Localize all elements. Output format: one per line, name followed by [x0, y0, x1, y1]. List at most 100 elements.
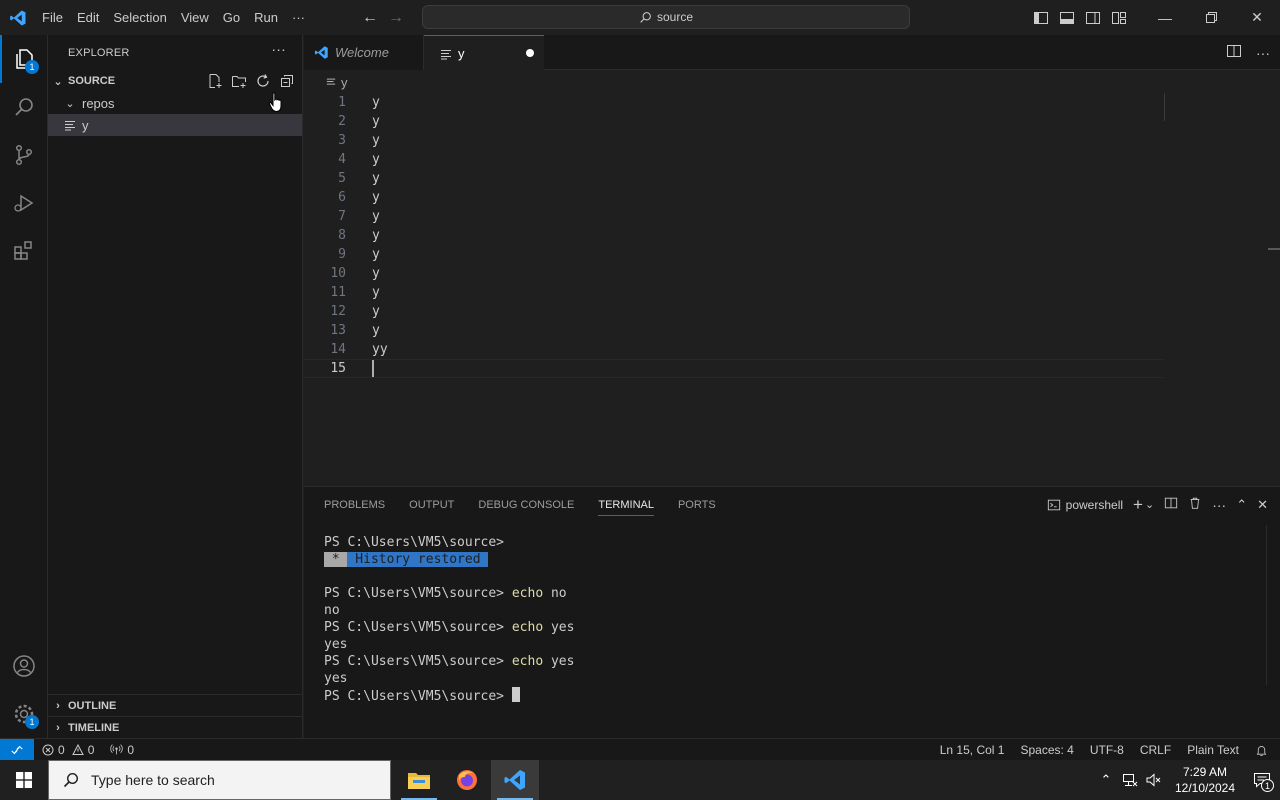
explorer-activity[interactable]: 1: [0, 35, 48, 83]
panel-tab-debug-console[interactable]: DEBUG CONSOLE: [478, 499, 574, 511]
forward-arrow-icon[interactable]: →: [388, 9, 404, 27]
bell-icon[interactable]: [1247, 744, 1280, 757]
editor-line[interactable]: 1y: [304, 93, 1164, 112]
taskbar-clock[interactable]: 7:29 AM 12/10/2024: [1166, 764, 1244, 796]
menu-item[interactable]: Run: [247, 0, 285, 35]
restore-icon[interactable]: [1188, 0, 1234, 35]
outline-section-header[interactable]: › OUTLINE: [48, 694, 302, 716]
editor-line[interactable]: 15: [304, 359, 1164, 378]
editor-line[interactable]: 14 yy: [304, 340, 1164, 359]
source-control-activity[interactable]: [0, 131, 48, 179]
menu-item[interactable]: Selection: [106, 0, 173, 35]
run-debug-activity[interactable]: [0, 179, 48, 227]
end-of-line[interactable]: CRLF: [1132, 743, 1179, 757]
collapse-all-icon[interactable]: [278, 72, 296, 90]
menu-item[interactable]: Go: [216, 0, 247, 35]
unsaved-dot-icon[interactable]: [526, 49, 534, 57]
windows-start-icon[interactable]: [0, 760, 48, 800]
split-terminal-icon[interactable]: [1164, 496, 1178, 513]
tab-welcome[interactable]: Welcome: [304, 35, 424, 70]
language-mode[interactable]: Plain Text: [1179, 743, 1247, 757]
encoding[interactable]: UTF-8: [1082, 743, 1132, 757]
tab-y[interactable]: y: [424, 35, 544, 71]
panel-tab-output[interactable]: OUTPUT: [409, 499, 454, 511]
line-text: y: [372, 247, 380, 262]
more-actions-icon[interactable]: ···: [271, 41, 286, 57]
terminal-output[interactable]: PS C:\Users\VM5\source> * History restor…: [324, 534, 574, 704]
customize-layout-icon[interactable]: [1106, 0, 1132, 35]
panel-tab-problems[interactable]: PROBLEMS: [324, 499, 385, 511]
new-terminal-icon[interactable]: +: [1133, 495, 1143, 515]
refresh-icon[interactable]: [254, 72, 272, 90]
indentation[interactable]: Spaces: 4: [1012, 743, 1081, 757]
remote-indicator[interactable]: [0, 738, 34, 761]
shell-name: powershell: [1065, 497, 1124, 512]
volume-muted-icon[interactable]: [1142, 773, 1166, 787]
minimize-icon[interactable]: —: [1142, 0, 1188, 35]
editor-line[interactable]: 3y: [304, 131, 1164, 150]
toggle-panel-icon[interactable]: [1054, 0, 1080, 35]
vscode-app-icon[interactable]: [491, 760, 539, 800]
tree-file-y[interactable]: y: [48, 114, 302, 136]
firefox-app-icon[interactable]: [443, 760, 491, 800]
editor-line[interactable]: 11 y: [304, 283, 1164, 302]
taskbar-search-box[interactable]: Type here to search: [48, 760, 391, 800]
back-arrow-icon[interactable]: ←: [362, 9, 378, 27]
tree-folder-repos[interactable]: ⌄ repos: [48, 92, 302, 114]
cursor-position[interactable]: Ln 15, Col 1: [932, 743, 1013, 757]
maximize-panel-icon[interactable]: ⌃: [1236, 497, 1247, 513]
panel-tab-ports[interactable]: PORTS: [678, 499, 716, 511]
menu-item[interactable]: File: [35, 0, 70, 35]
editor-line[interactable]: 9y: [304, 245, 1164, 264]
ports-status[interactable]: 0: [102, 743, 142, 757]
scrollbar-slider[interactable]: [1268, 248, 1280, 250]
editor-line[interactable]: 7y: [304, 207, 1164, 226]
timeline-section-header[interactable]: › TIMELINE: [48, 716, 302, 738]
line-text: y: [372, 323, 380, 338]
breadcrumb-item[interactable]: y: [341, 75, 348, 90]
toggle-primary-sidebar-icon[interactable]: [1028, 0, 1054, 35]
menu-item[interactable]: Edit: [70, 0, 106, 35]
terminal-scrollbar[interactable]: [1266, 525, 1280, 685]
editor-line[interactable]: 5y: [304, 169, 1164, 188]
new-folder-icon[interactable]: [230, 72, 248, 90]
problems-status[interactable]: 0 0: [34, 743, 102, 757]
activity-bar: 1 1: [0, 35, 48, 738]
editor-line[interactable]: 6y: [304, 188, 1164, 207]
editor-line[interactable]: 12 y: [304, 302, 1164, 321]
code-editor[interactable]: 1 y 2 y 3 y 4 y 5 y 6 y 7 y 8 y 9 y 10 y 11 y 12 y 13 y 14 yy 15: [304, 93, 1280, 485]
toggle-secondary-sidebar-icon[interactable]: [1080, 0, 1106, 35]
terminal-line: no: [324, 602, 574, 619]
account-icon: [13, 655, 35, 677]
extensions-activity[interactable]: [0, 227, 48, 275]
command-center-search[interactable]: source: [422, 5, 910, 29]
manage-activity[interactable]: 1: [0, 690, 48, 738]
chevron-up-icon[interactable]: ⌃: [1094, 772, 1118, 788]
accounts-activity[interactable]: [0, 642, 48, 690]
source-section-header[interactable]: ⌄ SOURCE: [48, 70, 302, 92]
editor-line[interactable]: 13 y: [304, 321, 1164, 340]
close-window-icon[interactable]: ✕: [1234, 0, 1280, 35]
network-icon[interactable]: [1118, 773, 1142, 787]
more-actions-icon[interactable]: ···: [1212, 497, 1226, 513]
line-text: y: [372, 190, 380, 205]
terminal-shell-selector[interactable]: powershell: [1047, 498, 1123, 512]
editor-line[interactable]: 4y: [304, 150, 1164, 169]
editor-line[interactable]: 2y: [304, 112, 1164, 131]
editor-line[interactable]: 8y: [304, 226, 1164, 245]
editor-line[interactable]: 10 y: [304, 264, 1164, 283]
chevron-down-icon[interactable]: ⌄: [1145, 498, 1154, 511]
line-text: yy: [372, 342, 388, 357]
panel-tab-terminal[interactable]: TERMINAL: [598, 494, 654, 516]
file-explorer-app-icon[interactable]: [395, 760, 443, 800]
extensions-icon: [14, 241, 32, 260]
split-editor-icon[interactable]: [1226, 43, 1242, 62]
search-activity[interactable]: [0, 83, 48, 131]
menu-item[interactable]: ···: [285, 0, 312, 35]
more-actions-icon[interactable]: ···: [1256, 45, 1270, 61]
trash-icon[interactable]: [1188, 496, 1202, 513]
notifications-icon[interactable]: 1: [1244, 760, 1280, 800]
menu-item[interactable]: View: [174, 0, 216, 35]
new-file-icon[interactable]: [206, 72, 224, 90]
close-panel-icon[interactable]: ✕: [1257, 497, 1268, 513]
